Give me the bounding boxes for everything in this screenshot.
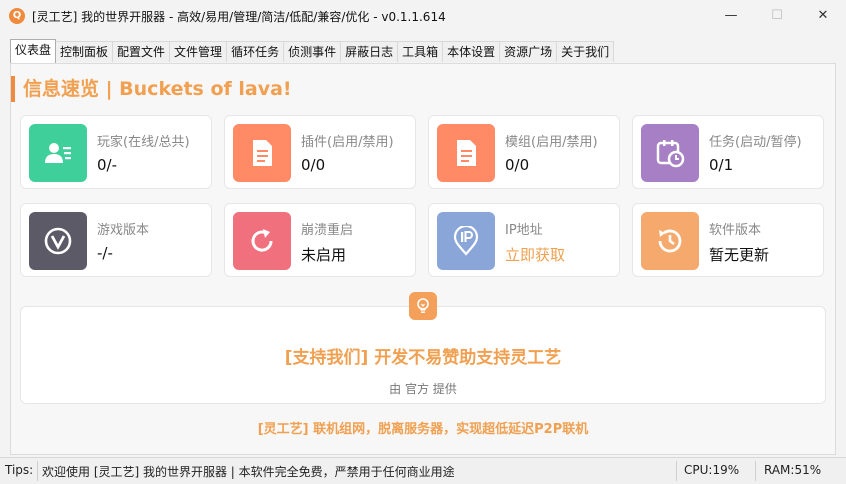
card-value: 0/0 — [301, 156, 326, 174]
status-divider — [755, 461, 756, 481]
card-label: 玩家(在线/总共) — [97, 135, 190, 150]
card-label: 崩溃重启 — [301, 223, 354, 238]
card-value: 未启用 — [301, 246, 347, 264]
card-tasks: 任务(启动/暂停) 0/1 — [632, 115, 824, 189]
calendar-clock-icon — [641, 124, 699, 182]
version-icon — [29, 212, 87, 270]
card-software-version: 软件版本 暂无更新 — [632, 203, 824, 277]
ram-usage: RAM:51% — [764, 463, 822, 477]
tab-file-manager[interactable]: 文件管理 — [169, 41, 228, 62]
card-label: 游戏版本 — [97, 223, 150, 238]
minimize-button[interactable]: — — [708, 0, 754, 32]
close-button[interactable]: ✕ — [800, 0, 846, 32]
card-label: 任务(启动/暂停) — [709, 135, 802, 150]
ip-pin-icon — [437, 212, 495, 270]
promo-link[interactable]: [灵工艺] 联机组网，脱离服务器，实现超低延迟P2P联机 — [11, 418, 835, 437]
maximize-button[interactable]: ☐ — [754, 0, 800, 32]
tab-about-us[interactable]: 关于我们 — [556, 41, 615, 62]
document-icon — [437, 124, 495, 182]
tab-bar: 仪表盘 控制面板 配置文件 文件管理 循环任务 侦测事件 屏蔽日志 工具箱 本体… — [10, 39, 615, 63]
status-divider — [37, 461, 38, 481]
support-banner[interactable]: [支持我们] 开发不易赞助支持灵工艺 由 官方 提供 — [20, 306, 826, 404]
card-value: 暂无更新 — [709, 246, 770, 264]
card-label: 软件版本 — [709, 223, 762, 238]
get-ip-link[interactable]: 立即获取 — [505, 244, 565, 265]
card-value: -/- — [97, 244, 113, 262]
tab-app-settings[interactable]: 本体设置 — [442, 41, 501, 62]
restart-icon — [233, 212, 291, 270]
card-label: 模组(启用/禁用) — [505, 135, 598, 150]
status-divider — [676, 461, 677, 481]
tab-dashboard[interactable]: 仪表盘 — [10, 39, 57, 63]
header-accent-bar — [11, 76, 15, 102]
cpu-usage: CPU:19% — [684, 463, 740, 477]
tab-control-panel[interactable]: 控制面板 — [55, 41, 114, 62]
support-provider: 由 官方 提供 — [389, 382, 457, 396]
status-message: 欢迎使用 [灵工艺] 我的世界开服器 | 本软件完全免费，严禁用于任何商业用途 — [42, 465, 455, 479]
tab-detect-events[interactable]: 侦测事件 — [283, 41, 342, 62]
tab-loop-tasks[interactable]: 循环任务 — [226, 41, 285, 62]
tab-toolbox[interactable]: 工具箱 — [397, 41, 444, 62]
card-mods: 模组(启用/禁用) 0/0 — [428, 115, 620, 189]
card-value: 0/1 — [709, 156, 734, 174]
app-logo-icon: Q — [9, 8, 25, 24]
tab-filter-logs[interactable]: 屏蔽日志 — [340, 41, 399, 62]
window-title: [灵工艺] 我的世界开服器 - 高效/易用/管理/简洁/低配/兼容/优化 - v… — [32, 10, 446, 24]
lightbulb-icon — [409, 292, 437, 320]
card-plugins: 插件(启用/禁用) 0/0 — [224, 115, 416, 189]
card-value: 0/0 — [505, 156, 530, 174]
card-label: IP地址 — [505, 223, 543, 238]
status-bar: Tips: 欢迎使用 [灵工艺] 我的世界开服器 | 本软件完全免费，严禁用于任… — [0, 457, 846, 484]
title-bar: Q [灵工艺] 我的世界开服器 - 高效/易用/管理/简洁/低配/兼容/优化 -… — [0, 0, 846, 32]
tab-resource-plaza[interactable]: 资源广场 — [499, 41, 558, 62]
card-value: 0/- — [97, 156, 118, 174]
card-label: 插件(启用/禁用) — [301, 135, 394, 150]
card-players: 玩家(在线/总共) 0/- — [20, 115, 212, 189]
section-header: 信息速览 | Buckets of lava! — [23, 78, 292, 100]
tips-label: Tips: — [5, 463, 34, 477]
support-title: [支持我们] 开发不易赞助支持灵工艺 — [284, 348, 562, 368]
document-icon — [233, 124, 291, 182]
card-ip-address: IP地址 立即获取 — [428, 203, 620, 277]
dashboard-panel: 信息速览 | Buckets of lava! 玩家(在线/总共) 0/- 插件… — [10, 63, 836, 455]
card-game-version: 游戏版本 -/- — [20, 203, 212, 277]
user-card-icon — [29, 124, 87, 182]
history-icon — [641, 212, 699, 270]
card-crash-restart: 崩溃重启 未启用 — [224, 203, 416, 277]
tab-config-files[interactable]: 配置文件 — [112, 41, 171, 62]
